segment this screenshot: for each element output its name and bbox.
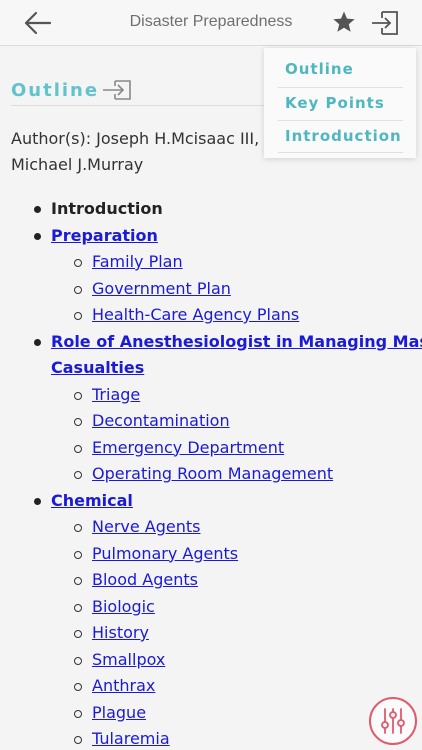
circle-bullet-icon (74, 709, 82, 718)
circle-bullet-icon (74, 603, 82, 612)
circle-bullet-icon (74, 550, 82, 559)
exit-icon (372, 11, 398, 35)
circle-bullet-icon (74, 577, 82, 585)
bullet-icon (34, 206, 41, 213)
toc-subsection-link[interactable]: Smallpox (92, 647, 165, 674)
toc-subsection-link[interactable]: Government Plan (92, 276, 231, 303)
toc-subsection-link[interactable]: Family Plan (92, 249, 183, 276)
toc-row: Pulmonary Agents (0, 541, 422, 568)
toc-subsection-link[interactable]: Blood Agents (92, 567, 198, 594)
toc-row: Family Plan (0, 249, 422, 276)
favorite-button[interactable] (332, 10, 356, 34)
toc-row: Smallpox (0, 647, 422, 674)
bullet-icon (34, 338, 41, 346)
toc-row: Introduction (0, 196, 422, 223)
toc-row: Emergency Department (0, 435, 422, 462)
toc-row: Health-Care Agency Plans (0, 302, 422, 329)
toc-subsection-link[interactable]: Nerve Agents (92, 514, 200, 541)
toc-subsection-link[interactable]: Tularemia (92, 726, 170, 750)
settings-fab[interactable] (369, 697, 417, 745)
circle-bullet-icon (74, 471, 82, 479)
circle-bullet-icon (74, 285, 82, 294)
toc-section-link[interactable]: Role of Anesthesiologist in Managing Mas… (51, 329, 422, 356)
top-navigation-bar: Disaster Preparedness (0, 0, 422, 46)
toc-row: Triage (0, 382, 422, 409)
divider (278, 152, 403, 153)
divider (278, 120, 403, 121)
exit-icon[interactable] (101, 78, 133, 102)
bullet-icon (34, 232, 41, 240)
table-of-contents: Introduction Preparation Family Plan Govern… (0, 196, 422, 750)
sliders-icon (381, 708, 405, 734)
menu-item-outline[interactable]: Outline (285, 60, 354, 78)
toc-row: Decontamination (0, 408, 422, 435)
toc-row: Plague (0, 700, 422, 727)
circle-bullet-icon (74, 418, 82, 426)
divider (278, 87, 403, 88)
circle-bullet-icon (74, 683, 82, 691)
outline-heading: Outline (11, 79, 100, 101)
toc-subsection-link[interactable]: Decontamination (92, 408, 230, 435)
star-icon (333, 11, 355, 32)
toc-row: Biologic (0, 594, 422, 621)
toc-subsection-link[interactable]: Health-Care Agency Plans (92, 302, 299, 329)
circle-bullet-icon (74, 444, 82, 453)
outline-menu-button[interactable] (370, 9, 400, 37)
toc-row: History (0, 620, 422, 647)
outline-popup-menu: Outline Key Points Introduction (264, 48, 416, 158)
toc-row: Chemical (0, 488, 422, 515)
toc-row: Government Plan (0, 276, 422, 303)
toc-row: Role of Anesthesiologist in Managing Mas… (0, 329, 422, 356)
circle-bullet-icon (74, 312, 82, 320)
toc-subsection-link[interactable]: Anthrax (92, 673, 155, 700)
toc-row: Anthrax (0, 673, 422, 700)
toc-subsection-link[interactable]: Operating Room Management (92, 461, 333, 488)
divider (11, 105, 271, 106)
toc-row: Nerve Agents (0, 514, 422, 541)
toc-row: Preparation (0, 223, 422, 250)
circle-bullet-icon (74, 391, 82, 400)
toc-row: Tularemia (0, 726, 422, 750)
toc-section-label: Introduction (51, 199, 163, 218)
toc-row: Casualties (0, 355, 422, 382)
toc-section-link[interactable]: Casualties (51, 355, 144, 382)
toc-subsection-link[interactable]: Pulmonary Agents (92, 541, 238, 568)
bullet-icon (34, 497, 41, 505)
outline-header: Outline (11, 78, 133, 102)
toc-row: Operating Room Management (0, 461, 422, 488)
circle-bullet-icon (74, 656, 82, 665)
menu-item-key-points[interactable]: Key Points (285, 94, 385, 112)
circle-bullet-icon (74, 736, 82, 744)
toc-row: Blood Agents (0, 567, 422, 594)
circle-bullet-icon (74, 630, 82, 638)
toc-subsection-link[interactable]: Plague (92, 700, 146, 727)
page-title: Disaster Preparedness (129, 13, 293, 30)
circle-bullet-icon (74, 259, 82, 267)
toc-subsection-link[interactable]: Triage (92, 382, 140, 409)
toc-subsection-link[interactable]: Biologic (92, 594, 155, 621)
circle-bullet-icon (74, 524, 82, 532)
toc-subsection-link[interactable]: Emergency Department (92, 435, 284, 462)
menu-item-introduction[interactable]: Introduction (285, 127, 402, 145)
toc-subsection-link[interactable]: History (92, 620, 149, 647)
toc-section-link[interactable]: Chemical (51, 488, 133, 515)
toc-section-link[interactable]: Preparation (51, 223, 158, 250)
